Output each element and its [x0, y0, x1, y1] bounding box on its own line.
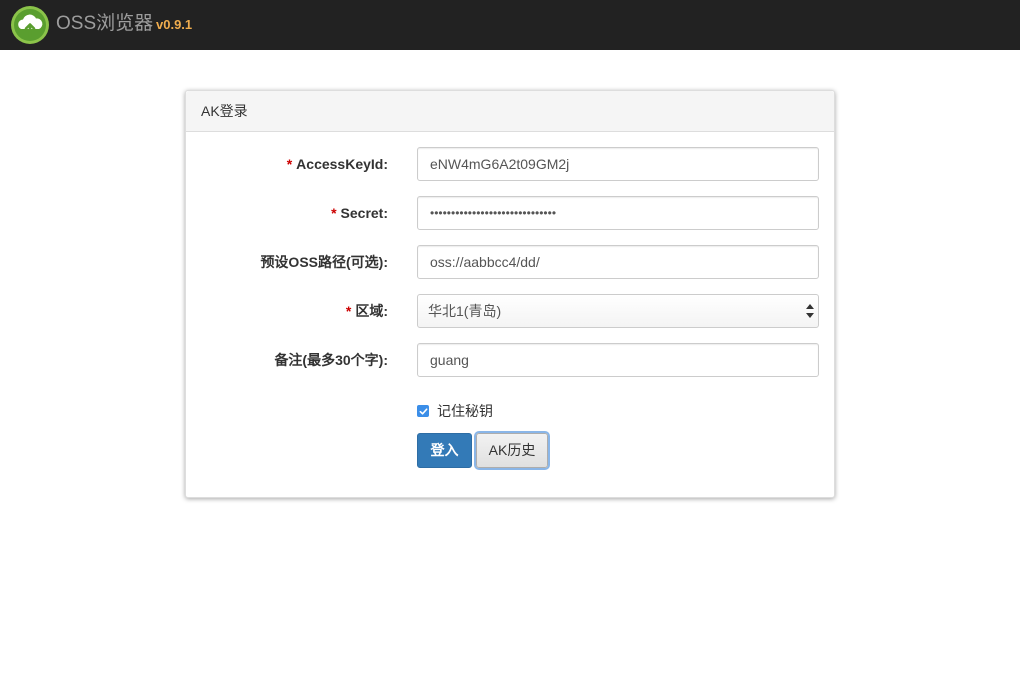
oss-path-label: 预设OSS路径(可选): [260, 254, 388, 270]
remark-row: 备注(最多30个字): [186, 343, 836, 377]
remember-secret-label: 记住秘钥 [437, 403, 493, 419]
secret-label: * Secret: [331, 205, 388, 221]
app-version: v0.9.1 [156, 17, 193, 32]
login-panel: AK登录 *AccessKeyId: *Secret: ••••••••••••… [185, 90, 835, 498]
app-header: OSS浏览器 v0.9.1 [0, 0, 1020, 50]
access-key-id-row: * AccessKeyId: [186, 147, 836, 181]
login-button[interactable]: 登入 [417, 433, 472, 468]
region-selected-value: 华北1(青岛) [428, 303, 502, 319]
secret-input[interactable]: •••••••••••••••••••••••••••••• [417, 196, 819, 230]
remark-label: 备注(最多30个字): [274, 352, 388, 368]
remember-secret-checkbox[interactable] [417, 405, 429, 417]
oss-path-input[interactable] [417, 245, 819, 279]
required-marker: * [286, 156, 293, 172]
select-arrows-icon [806, 304, 814, 318]
required-marker: * [345, 303, 352, 319]
access-key-id-input[interactable] [417, 147, 819, 181]
remark-input[interactable] [417, 343, 819, 377]
check-icon [419, 407, 427, 415]
oss-path-row: 预设OSS路径(可选): [186, 245, 836, 279]
region-row: * 区域: 华北1(青岛) [186, 294, 836, 328]
ak-history-button[interactable]: AK历史 [476, 433, 548, 468]
access-key-id-label: * AccessKeyId: [286, 156, 388, 172]
region-label: * 区域: [345, 303, 388, 319]
app-title: OSS浏览器 [56, 13, 154, 34]
secret-row: * Secret: •••••••••••••••••••••••••••••• [186, 196, 836, 230]
required-marker: * [331, 205, 337, 221]
region-select[interactable]: 华北1(青岛) [417, 294, 819, 328]
panel-title: AK登录 [186, 91, 834, 132]
remember-secret-checkbox-row[interactable]: 记住秘钥 [417, 401, 493, 421]
cloud-upload-icon [10, 5, 50, 45]
